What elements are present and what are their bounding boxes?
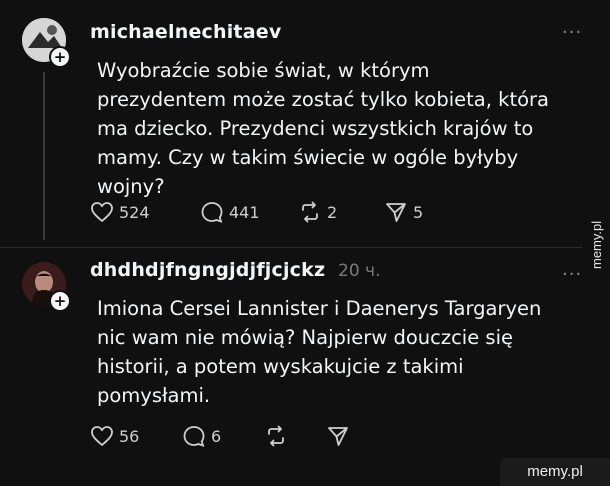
like-button[interactable]: 524 <box>90 201 200 223</box>
heart-icon <box>91 202 113 223</box>
comment-icon <box>201 202 223 223</box>
more-icon[interactable]: ··· <box>562 264 582 285</box>
thread-post-2: + dhdhdjfngngjdjfjcjckz 20 ч. ··· Imiona… <box>0 248 582 486</box>
repost-button[interactable]: 2 <box>298 201 384 223</box>
heart-icon <box>91 426 113 447</box>
post-time: 20 ч. <box>338 261 381 281</box>
watermark-corner: memy.pl <box>500 458 610 486</box>
share-count: 5 <box>413 202 424 222</box>
like-count: 524 <box>119 202 150 222</box>
thread-line <box>43 72 45 240</box>
post-actions: 56 6 <box>90 423 366 449</box>
like-button[interactable]: 56 <box>90 425 182 447</box>
post-text: Wyobraźcie sobie świat, w którym prezyde… <box>97 59 549 198</box>
comment-count: 441 <box>229 202 260 222</box>
repost-button[interactable] <box>264 425 326 447</box>
thread-post-1: + michaelnechitaev ··· Wyobraźcie sobie … <box>0 0 582 248</box>
more-icon[interactable]: ··· <box>562 22 582 43</box>
comment-count: 6 <box>211 426 222 446</box>
like-count: 56 <box>119 426 140 446</box>
follow-plus-icon[interactable]: + <box>49 46 71 68</box>
share-icon <box>386 203 406 222</box>
share-button[interactable] <box>326 425 366 447</box>
username[interactable]: dhdhdjfngngjdjfjcjckz <box>90 259 325 281</box>
username[interactable]: michaelnechitaev <box>90 21 281 43</box>
comment-icon <box>183 426 205 447</box>
share-icon <box>328 427 348 446</box>
post-actions: 524 441 2 5 <box>90 199 444 225</box>
repost-icon <box>302 201 318 223</box>
follow-plus-icon[interactable]: + <box>49 290 71 312</box>
comment-button[interactable]: 441 <box>200 201 298 223</box>
repost-count: 2 <box>327 202 338 222</box>
share-button[interactable]: 5 <box>384 201 444 223</box>
comment-button[interactable]: 6 <box>182 425 264 447</box>
repost-icon <box>268 425 284 447</box>
watermark-side: memy.pl <box>589 220 604 270</box>
post-text: Imiona Cersei Lannister i Daenerys Targa… <box>97 297 542 407</box>
